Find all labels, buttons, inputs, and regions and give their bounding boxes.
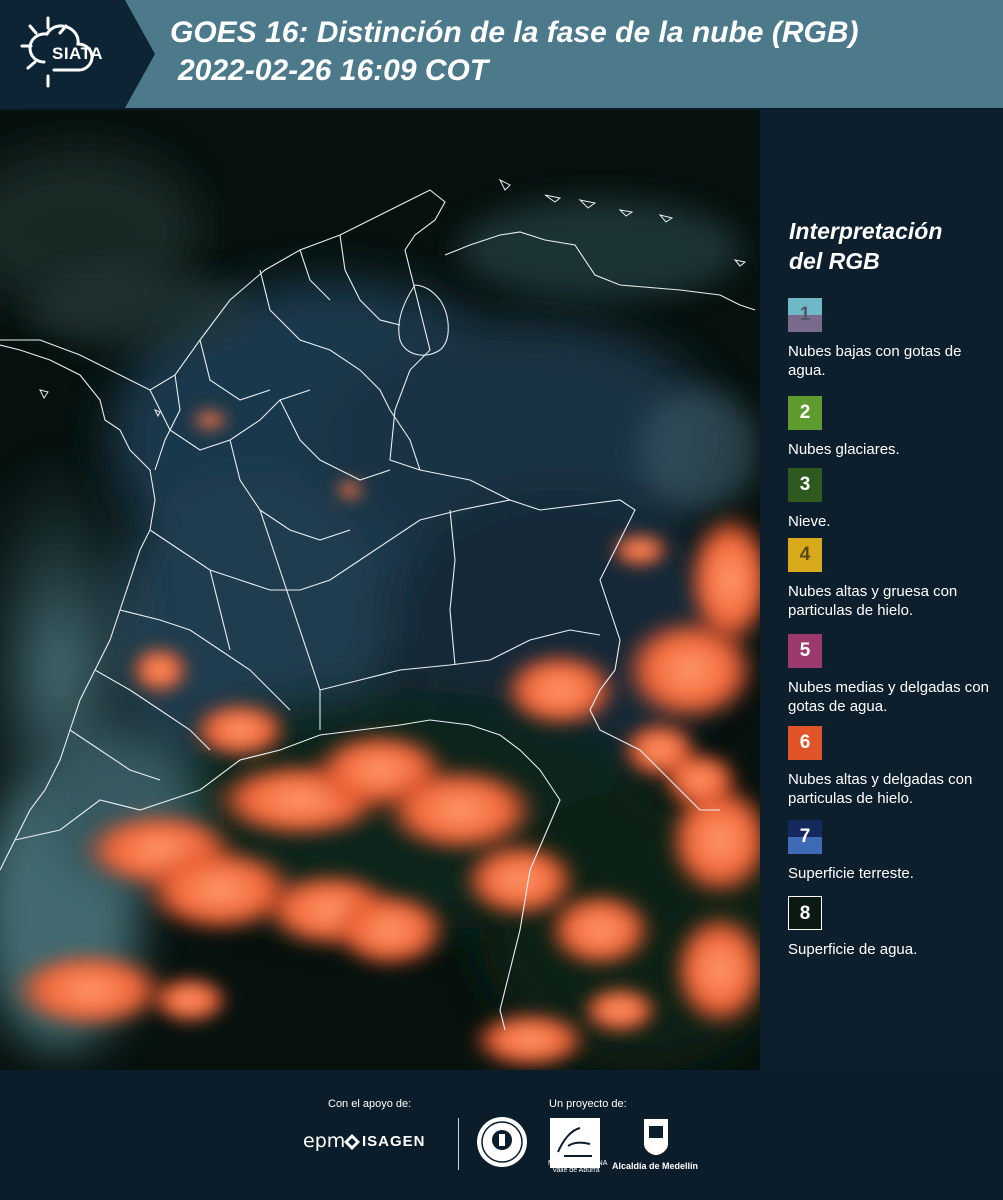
legend-title-line-1: Interpretación: [789, 218, 943, 244]
area-logo-text: METROPOLITANA Valle de Aburrá: [548, 1160, 608, 1174]
legend-item-6: 6 Nubes altas y delgadas con particulas …: [788, 726, 1000, 808]
legend-swatch: 2: [788, 396, 822, 430]
legend-item-7: 7 Superficie terreste.: [788, 820, 1000, 883]
legend-swatch: 5: [788, 634, 822, 668]
alcaldia-text: Alcaldía de Medellín: [612, 1161, 699, 1171]
legend-number: 3: [799, 474, 811, 495]
project-label: Un proyecto de:: [549, 1098, 627, 1110]
support-label: Con el apoyo de:: [328, 1098, 412, 1110]
legend-item-2: 2 Nubes glaciares.: [788, 396, 1000, 459]
legend-swatch: 3: [788, 468, 822, 502]
legend-swatch: 7: [788, 820, 822, 854]
legend-title-line-2: del RGB: [789, 248, 880, 274]
legend-swatch: 1: [788, 298, 822, 332]
satellite-map: [0, 110, 760, 1070]
epm-logo: epm: [303, 1130, 346, 1152]
legend-swatch: 6: [788, 726, 822, 760]
siata-logo: SIATA: [0, 0, 155, 108]
legend-swatch: 4: [788, 538, 822, 572]
footer: Con el apoyo de: Un proyecto de: epm ISA…: [0, 1070, 1003, 1200]
satellite-image: [0, 110, 760, 1070]
legend-title: Interpretación del RGB: [789, 216, 989, 276]
legend-number: 6: [799, 732, 811, 753]
legend-number: 2: [799, 402, 811, 423]
legend-label: Nubes glaciares.: [788, 441, 900, 458]
legend-label: Nubes bajas con gotas de agua.: [788, 343, 962, 379]
header: SIATA GOES 16: Distinción de la fase de …: [0, 0, 1003, 108]
legend-label: Nubes medias y delgadas con gotas de agu…: [788, 679, 989, 715]
legend-number: 7: [799, 826, 811, 847]
legend-number: 1: [799, 304, 811, 325]
legend-item-5: 5 Nubes medias y delgadas con gotas de a…: [788, 634, 1000, 716]
logo-text: SIATA: [52, 44, 103, 63]
footer-divider: [458, 1118, 459, 1170]
legend-item-1: 1 Nubes bajas con gotas de agua.: [788, 298, 1000, 380]
isagen-logo: ISAGEN: [362, 1133, 426, 1150]
legend-item-3: 3 Nieve.: [788, 468, 1000, 531]
title-line-2: 2022-02-26 16:09 COT: [178, 54, 489, 87]
legend-panel: Interpretación del RGB 1 Nubes bajas con…: [760, 110, 1003, 1070]
legend-label: Nieve.: [788, 513, 831, 530]
seal-icon: [477, 1117, 527, 1167]
legend-number: 5: [799, 640, 811, 661]
legend-swatch: 8: [788, 896, 822, 930]
legend-item-4: 4 Nubes altas y gruesa con particulas de…: [788, 538, 1000, 620]
legend-label: Superficie terreste.: [788, 865, 914, 882]
title-line-1: GOES 16: Distinción de la fase de la nub…: [170, 16, 859, 49]
legend-item-8: 8 Superficie de agua.: [788, 896, 1000, 959]
legend-label: Nubes altas y delgadas con particulas de…: [788, 771, 973, 807]
page-title: GOES 16: Distinción de la fase de la nub…: [170, 14, 990, 90]
legend-number: 4: [799, 544, 811, 565]
isagen-icon: [344, 1134, 360, 1150]
legend-number: 8: [799, 903, 811, 924]
legend-label: Superficie de agua.: [788, 941, 918, 958]
legend-label: Nubes altas y gruesa con particulas de h…: [788, 583, 958, 619]
alcaldia-shield-icon: [644, 1119, 668, 1155]
